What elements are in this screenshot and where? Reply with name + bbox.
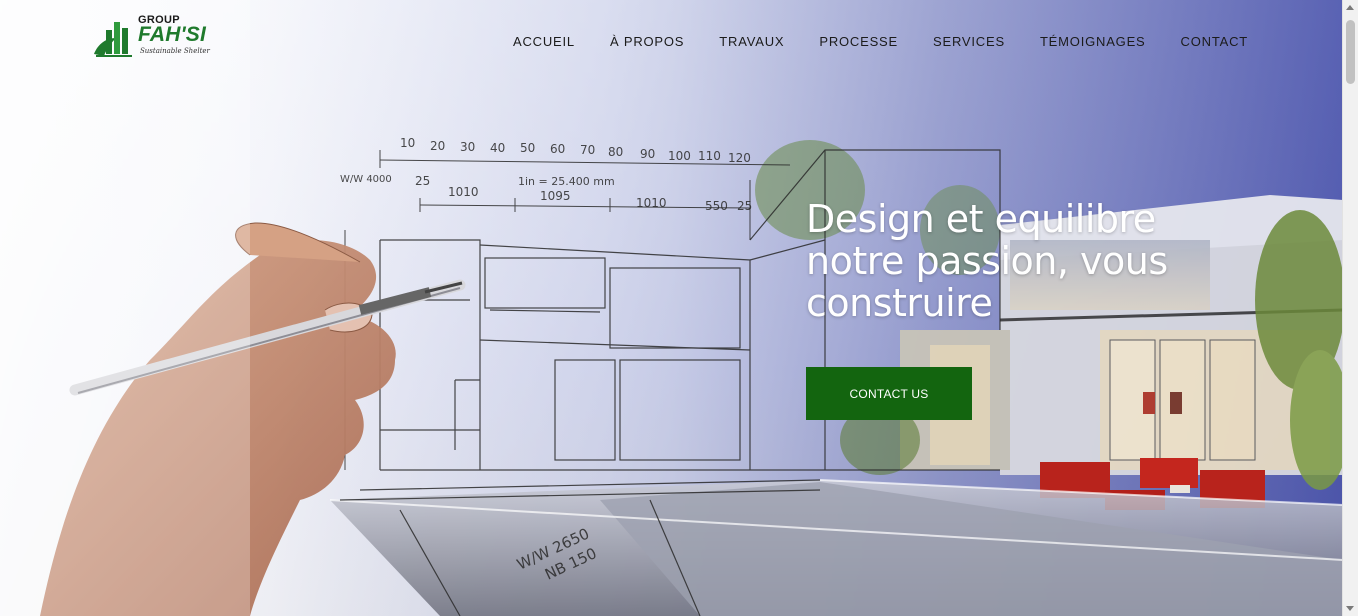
brand-logo[interactable]: GROUP FAH'SI Sustainable Shelter <box>92 14 220 62</box>
svg-text:W/W 4000: W/W 4000 <box>340 174 392 185</box>
svg-text:1095: 1095 <box>540 189 571 203</box>
svg-text:25: 25 <box>737 199 752 213</box>
svg-text:20: 20 <box>430 139 445 153</box>
svg-text:1in = 25.400 mm: 1in = 25.400 mm <box>518 175 615 188</box>
nav-item-processe[interactable]: PROCESSE <box>802 33 916 51</box>
svg-text:50: 50 <box>520 141 535 155</box>
svg-text:25: 25 <box>415 174 430 188</box>
svg-text:80: 80 <box>608 145 623 159</box>
svg-text:70: 70 <box>580 143 595 157</box>
svg-text:120: 120 <box>728 151 751 165</box>
svg-text:40: 40 <box>490 141 505 155</box>
svg-text:550: 550 <box>705 199 728 213</box>
nav-item-services[interactable]: SERVICES <box>916 33 1023 51</box>
page: 10 20 30 40 50 60 70 80 90 100 110 120 W… <box>0 0 1358 616</box>
hero-headline: Design et equilibre notre passion, vous … <box>806 197 1168 325</box>
hero-section: 10 20 30 40 50 60 70 80 90 100 110 120 W… <box>0 0 1343 616</box>
nav-item-travaux[interactable]: TRAVAUX <box>702 33 802 51</box>
svg-text:100: 100 <box>668 149 691 163</box>
svg-text:1010: 1010 <box>636 196 667 210</box>
nav-item-temoignages[interactable]: TÉMOIGNAGES <box>1022 33 1163 51</box>
svg-text:60: 60 <box>550 142 565 156</box>
contact-us-button[interactable]: CONTACT US <box>806 367 972 420</box>
svg-text:110: 110 <box>698 149 721 163</box>
svg-text:10: 10 <box>400 136 415 150</box>
scroll-down-icon[interactable] <box>1346 606 1354 611</box>
brand-name: FAH'SI <box>138 23 207 46</box>
nav-item-a-propos[interactable]: À PROPOS <box>592 33 701 51</box>
scrollbar-thumb[interactable] <box>1346 20 1355 84</box>
nav-item-accueil[interactable]: ACCUEIL <box>496 33 593 51</box>
nav-item-contact[interactable]: CONTACT <box>1163 33 1248 51</box>
brand-tagline: Sustainable Shelter <box>140 47 210 55</box>
vertical-scrollbar[interactable] <box>1342 0 1358 616</box>
svg-text:1010: 1010 <box>448 185 479 199</box>
svg-text:90: 90 <box>640 147 655 161</box>
main-nav: ACCUEIL À PROPOS TRAVAUX PROCESSE SERVIC… <box>496 33 1248 51</box>
building-leaf-icon <box>94 22 132 57</box>
svg-text:30: 30 <box>460 140 475 154</box>
scroll-up-icon[interactable] <box>1346 5 1354 10</box>
